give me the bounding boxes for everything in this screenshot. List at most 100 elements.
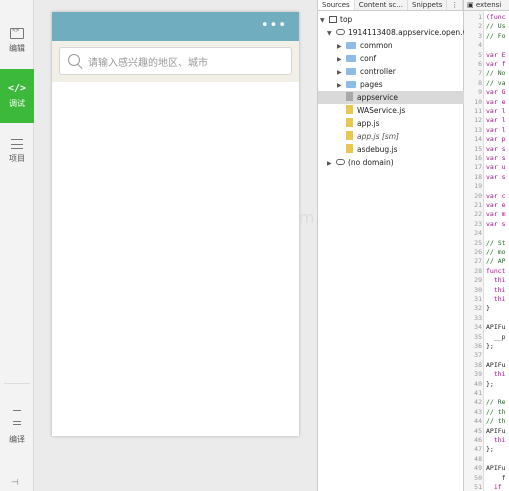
code-text: thi [486,276,506,285]
line-number: 27 [474,257,482,266]
sources-panel: Sources Content sc... Snippets ⋮ ▼ top ▼ 1… [317,0,487,491]
tabs-more-icon[interactable]: ⋮ [447,0,463,10]
code-text: // mo [486,248,506,256]
code-line: 26 // mo [464,248,506,257]
code-line: 24 [464,229,486,238]
code-line: 31 thi [464,295,506,304]
code-line: 30 thi [464,286,505,295]
tree-folder-common[interactable]: ▶ common [337,39,393,52]
code-text: // AP [486,257,506,266]
js-file-icon [346,131,353,140]
line-number: 25 [474,238,482,247]
compile-button[interactable]: 编译 [0,398,34,452]
code-text: var c [486,191,506,200]
code-file-tab[interactable]: ▣ extensi [464,0,509,11]
code-line: 14 var p [464,135,505,144]
code-line: 33 [464,314,486,323]
project-list-icon [11,138,23,149]
tree-folder-controller[interactable]: ▶ controller [337,65,396,78]
code-line: 10 var e [464,97,505,107]
tree-file-appservice[interactable]: appservice [318,91,464,104]
code-line: 27 // AP [464,257,506,266]
line-number: 12 [474,116,482,125]
code-text: (func [486,13,506,21]
line-number: 22 [474,210,482,219]
code-line: 19 [464,182,486,191]
debug-button[interactable]: </> 调试 [0,69,34,123]
tree-file-app-js[interactable]: app.js [346,117,380,130]
code-line: 21 var e [464,201,505,210]
code-text: }; [486,379,494,388]
line-number: 34 [474,323,482,332]
line-number: 7 [478,69,482,78]
editor-icon [10,27,24,39]
tree-file-asdebug[interactable]: asdebug.js [346,143,398,156]
code-text: } [486,304,490,313]
line-number: 18 [474,172,482,181]
tree-folder-pages[interactable]: ▶ pages [337,78,383,91]
code-line: 44 // th [464,417,506,426]
debug-code-icon: </> [7,83,27,94]
line-number: 6 [478,60,482,68]
tab-sources[interactable]: Sources [318,0,355,10]
line-number: 23 [474,219,482,228]
code-line: 2 // Us [464,22,506,31]
code-editor[interactable]: ▣ extensi 1 (func 2 // Us 3 // Fo 4 5 var E 6 var … [464,0,509,491]
code-text: // va [486,78,506,87]
code-text: funct [486,266,506,275]
code-line: 45 APIFu [464,427,505,436]
tree-node-no-domain[interactable]: ▶ (no domain) [327,156,394,169]
line-number: 14 [474,135,482,144]
line-number: 5 [478,50,482,59]
tree-folder-conf[interactable]: ▶ conf [337,52,376,65]
more-tools-icon[interactable]: ⊣ [11,478,23,488]
tree-node-domain[interactable]: ▼ 1914113408.appservice.open.weixin [327,26,487,39]
code-text: // th [486,417,506,426]
code-line: 17 var u [464,163,506,172]
code-text: thi [486,370,506,379]
line-number: 10 [474,97,482,106]
rail-divider [4,383,30,384]
code-line: 50 f [464,474,505,483]
code-text: thi [486,295,506,303]
code-text: var l [486,116,506,125]
tab-snippets[interactable]: Snippets [408,0,448,10]
code-line: 32} [464,304,490,313]
js-file-icon [346,144,353,153]
code-line: 34 APIFu [464,323,505,332]
line-number: 15 [474,144,482,153]
code-text: __p [486,332,506,341]
code-text: var m [486,210,506,219]
code-text: var u [486,163,506,172]
code-text: var s [486,172,506,181]
project-button[interactable]: 项目 [0,124,34,178]
tab-content-scripts[interactable]: Content sc... [355,0,408,10]
search-input[interactable]: 请输入感兴趣的地区、城市 [59,47,292,75]
menu-dots-icon[interactable]: ••• [261,18,287,33]
line-number: 41 [474,389,482,397]
code-line: 48 [464,455,486,464]
line-number: 4 [478,41,482,50]
code-line: 1 (func [464,13,506,22]
code-line: 13 var l [464,126,505,135]
tree-file-app-js-sourcemap[interactable]: app.js [sm] [346,130,399,143]
code-line: 25 // St [464,238,505,248]
frame-icon [329,16,337,23]
collapse-arrow-icon: ▶ [327,160,332,167]
code-text: // Us [486,22,506,31]
tree-node-top[interactable]: ▼ top [320,13,352,26]
code-line: 7 // No [464,69,506,78]
line-number: 1 [478,13,482,21]
code-line: 42 // Re [464,398,505,407]
line-number: 46 [474,436,482,444]
line-number: 36 [474,342,482,350]
devtools-tabs: Sources Content sc... Snippets ⋮ [318,0,463,11]
tree-file-waservice[interactable]: WAService.js [346,104,405,117]
code-line: 37 [464,351,486,360]
line-number: 48 [474,454,482,463]
code-text: APIFu [486,464,506,473]
cloud-icon [336,159,345,165]
editor-button[interactable]: 编辑 [0,14,34,68]
